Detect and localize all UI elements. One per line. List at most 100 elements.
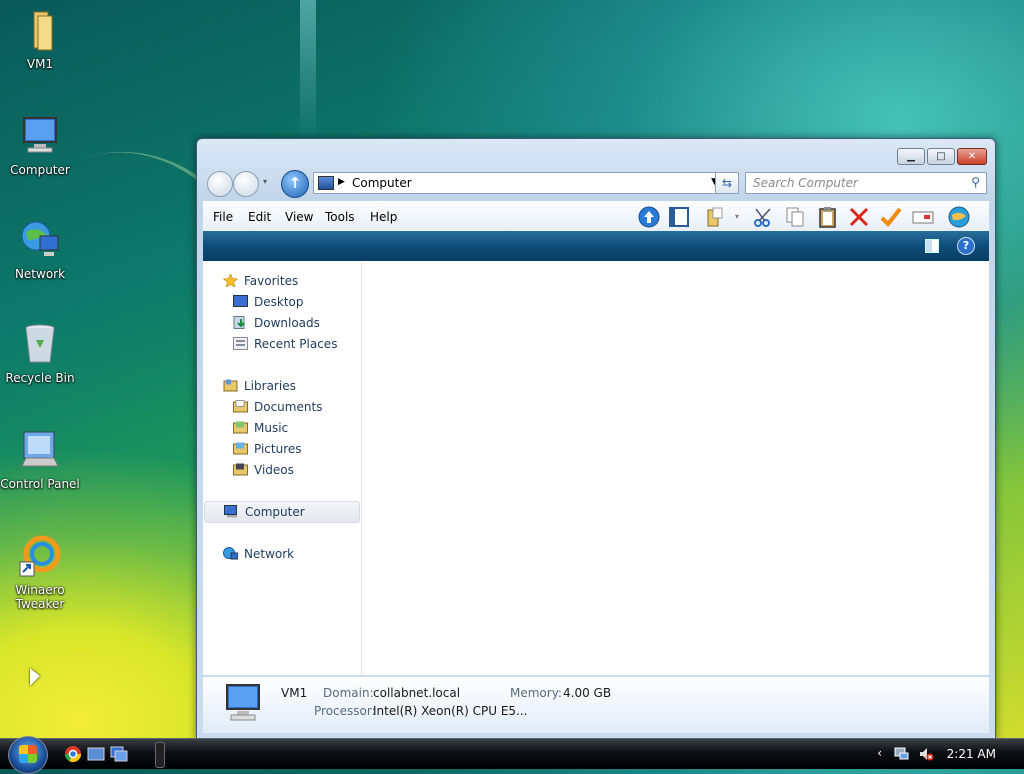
processor-label: Processor:: [314, 704, 376, 718]
address-bar[interactable]: ▶ Computer ▼: [313, 172, 723, 194]
nav-label: Favorites: [244, 274, 299, 288]
nav-pictures[interactable]: Pictures: [203, 439, 361, 459]
switch-windows-icon[interactable]: [110, 745, 128, 763]
menu-edit[interactable]: Edit: [248, 210, 271, 224]
back-button[interactable]: [207, 171, 233, 197]
nav-desktop[interactable]: Desktop: [203, 292, 361, 312]
show-desktop-icon[interactable]: [87, 745, 105, 763]
computer-icon: [224, 505, 237, 518]
toolbar-network-button[interactable]: [947, 205, 971, 229]
desktop-icon-computer[interactable]: Computer: [0, 114, 80, 177]
clipboard-icon: [819, 207, 836, 228]
toolbar-properties-button[interactable]: [879, 205, 903, 229]
toolbar-rename-button[interactable]: [911, 205, 935, 229]
refresh-button[interactable]: ⇆: [715, 172, 739, 194]
folders-dropdown-icon[interactable]: ▾: [735, 212, 739, 221]
nav-music[interactable]: Music: [203, 418, 361, 438]
nav-libraries[interactable]: Libraries: [203, 376, 361, 396]
toolbar-up-button[interactable]: [637, 205, 661, 229]
checkmark-icon: [880, 207, 902, 227]
chrome-icon[interactable]: [64, 745, 82, 763]
nav-label: Libraries: [244, 379, 296, 393]
nav-videos[interactable]: Videos: [203, 460, 361, 480]
nav-favorites[interactable]: Favorites: [203, 271, 361, 291]
toolbar-copy-button[interactable]: [783, 205, 807, 229]
desktop-icon-label: Computer: [10, 163, 70, 177]
menu-view[interactable]: View: [285, 210, 313, 224]
toolbar-view-button[interactable]: [667, 205, 691, 229]
network-tray-icon[interactable]: [894, 746, 910, 762]
desktop-icon-recycle-bin[interactable]: Recycle Bin: [0, 322, 80, 385]
clock[interactable]: 2:21 AM: [947, 747, 996, 761]
star-icon: [223, 274, 238, 287]
taskbar: ‹ 2:21 AM: [0, 736, 1024, 774]
minimize-button[interactable]: ▁: [897, 148, 925, 165]
documents-icon: [233, 400, 248, 413]
desktop-icon-label: Recycle Bin: [5, 371, 75, 385]
desktop-icon-winaero-tweaker[interactable]: Winaero Tweaker: [0, 534, 80, 611]
recent-pages-dropdown[interactable]: ▾: [263, 177, 267, 186]
rename-icon: [912, 211, 934, 224]
nav-computer[interactable]: Computer: [204, 501, 360, 523]
nav-network[interactable]: Network: [203, 544, 361, 564]
up-arrow-icon: [638, 206, 660, 228]
nav-label: Music: [254, 421, 289, 435]
nav-label: Desktop: [254, 295, 304, 309]
desktop-icon-vm1[interactable]: VM1: [0, 8, 80, 71]
desktop-icon-label: Control Panel: [0, 477, 80, 491]
start-button[interactable]: [8, 736, 48, 774]
taskbar-resize-handle[interactable]: [155, 742, 165, 768]
navigation-pane: Favorites Desktop Downloads Recent Place…: [203, 261, 362, 675]
menu-file[interactable]: File: [213, 210, 233, 224]
desktop-icon-label: VM1: [26, 57, 54, 71]
nav-label: Pictures: [254, 442, 302, 456]
file-list-pane[interactable]: [362, 261, 989, 675]
toolbar-folders-button[interactable]: [703, 205, 727, 229]
desktop-icon-label: Network: [14, 267, 66, 281]
minimize-icon: ▁: [907, 151, 915, 162]
breadcrumb-arrow-icon[interactable]: ▶: [338, 177, 345, 187]
menu-bar: File Edit View Tools Help ▾: [203, 201, 989, 232]
computer-name: VM1: [281, 686, 308, 700]
view-pane-icon: [669, 207, 689, 227]
computer-icon: [226, 684, 260, 721]
address-row: ▾ ↑ ▶ Computer ▼ ⇆ Search Computer ⚲: [205, 169, 987, 198]
preview-pane-icon[interactable]: [925, 239, 939, 253]
toolbar-cut-button[interactable]: [751, 205, 775, 229]
nav-label: Network: [244, 547, 295, 561]
up-arrow-icon: ↑: [288, 174, 302, 192]
refresh-icon: ⇆: [721, 176, 733, 190]
nav-downloads[interactable]: Downloads: [203, 313, 361, 333]
menu-help[interactable]: Help: [370, 210, 397, 224]
nav-documents[interactable]: Documents: [203, 397, 361, 417]
nav-label: Recent Places: [254, 337, 338, 351]
toolbar-delete-button[interactable]: [847, 205, 871, 229]
control-panel-icon: [21, 431, 59, 467]
help-icon[interactable]: ?: [957, 237, 975, 255]
close-button[interactable]: ✕: [957, 148, 987, 165]
address-text: Computer: [352, 176, 412, 190]
show-hidden-icons-icon[interactable]: ‹: [877, 746, 882, 760]
network-globe-icon: [21, 221, 59, 256]
toolbar-paste-button[interactable]: [815, 205, 839, 229]
maximize-button[interactable]: □: [927, 148, 955, 165]
search-icon[interactable]: ⚲: [971, 175, 980, 189]
desktop-icon-network[interactable]: Network: [0, 218, 80, 281]
forward-button[interactable]: [233, 171, 259, 197]
desktop-icon: [233, 295, 248, 307]
recent-places-icon: [233, 337, 248, 350]
domain-label: Domain:: [323, 686, 374, 700]
network-icon: [223, 547, 238, 560]
command-band: ?: [203, 231, 989, 261]
menu-tools[interactable]: Tools: [325, 210, 355, 224]
music-icon: [233, 421, 248, 434]
desktop-icon-control-panel[interactable]: Control Panel: [0, 428, 80, 491]
search-input[interactable]: Search Computer ⚲: [745, 172, 987, 194]
up-button[interactable]: ↑: [281, 170, 309, 198]
nav-label: Videos: [254, 463, 294, 477]
nav-recent-places[interactable]: Recent Places: [203, 334, 361, 354]
computer-icon: [23, 117, 57, 153]
videos-icon: [233, 463, 248, 476]
volume-muted-icon[interactable]: [918, 746, 934, 762]
nav-label: Documents: [254, 400, 323, 414]
